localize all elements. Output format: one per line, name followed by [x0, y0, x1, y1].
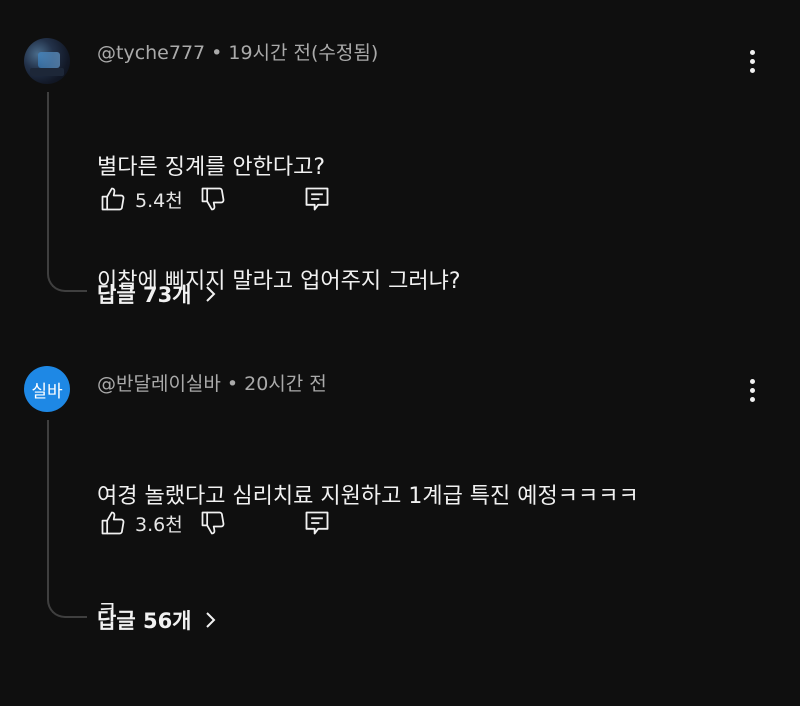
thumbs-down-icon	[201, 187, 225, 211]
dot	[749, 387, 755, 393]
comment-meta: @tyche777 • 19시간 전(수정됨)	[97, 38, 378, 65]
replies-label: 답글 56개	[97, 609, 192, 633]
thumbs-up-icon	[101, 511, 125, 535]
thread-curve	[47, 272, 87, 292]
reply-comment-icon	[305, 187, 329, 211]
dot	[749, 396, 755, 402]
more-options-button[interactable]	[742, 374, 762, 406]
comment-meta: @반달레이실바 • 20시간 전	[97, 369, 327, 396]
dislike-button[interactable]	[197, 507, 229, 539]
like-button[interactable]	[97, 507, 129, 539]
meta-separator: •	[211, 42, 223, 64]
chevron-right-icon	[204, 610, 218, 630]
comment-time[interactable]: 20시간 전	[244, 373, 327, 395]
view-replies-button[interactable]: 답글 73개	[97, 279, 218, 309]
reply-button[interactable]	[301, 507, 333, 539]
author-name[interactable]: @반달레이실바	[97, 373, 221, 395]
author-avatar[interactable]: 실바	[24, 366, 70, 412]
dot	[749, 378, 755, 384]
chevron-right-icon	[204, 284, 218, 304]
comment-actions: 3.6천	[97, 506, 333, 540]
replies-label: 답글 73개	[97, 283, 192, 307]
thread-line	[47, 420, 49, 598]
reply-button[interactable]	[301, 183, 333, 215]
comment-text: 별다른 징계를 안한다고? 이참에 삐지지 말라고 업어주지 그러냐?	[97, 73, 737, 377]
avatar-image-detail	[38, 52, 60, 68]
dot	[749, 67, 755, 73]
comment-actions: 5.4천	[97, 182, 333, 216]
avatar-image-detail	[30, 68, 64, 76]
view-replies-button[interactable]: 답글 56개	[97, 605, 218, 635]
author-avatar[interactable]	[24, 38, 70, 84]
comment-time[interactable]: 19시간 전(수정됨)	[228, 42, 378, 64]
more-options-button[interactable]	[742, 45, 762, 77]
like-count: 5.4천	[135, 189, 183, 212]
meta-separator: •	[226, 373, 239, 395]
dot	[749, 49, 755, 55]
avatar-initials: 실바	[31, 381, 63, 402]
thumbs-down-icon	[201, 511, 225, 535]
author-name[interactable]: @tyche777	[97, 42, 205, 64]
thumbs-up-icon	[101, 187, 125, 211]
thread-line	[47, 92, 49, 272]
like-count: 3.6천	[135, 513, 183, 536]
like-button[interactable]	[97, 183, 129, 215]
dislike-button[interactable]	[197, 183, 229, 215]
comment-text: 여경 놀랬다고 심리치료 지원하고 1계급 특진 예정ㅋㅋㅋㅋ ㅋ	[97, 402, 737, 706]
reply-comment-icon	[305, 511, 329, 535]
dot	[749, 58, 755, 64]
thread-curve	[47, 598, 87, 618]
